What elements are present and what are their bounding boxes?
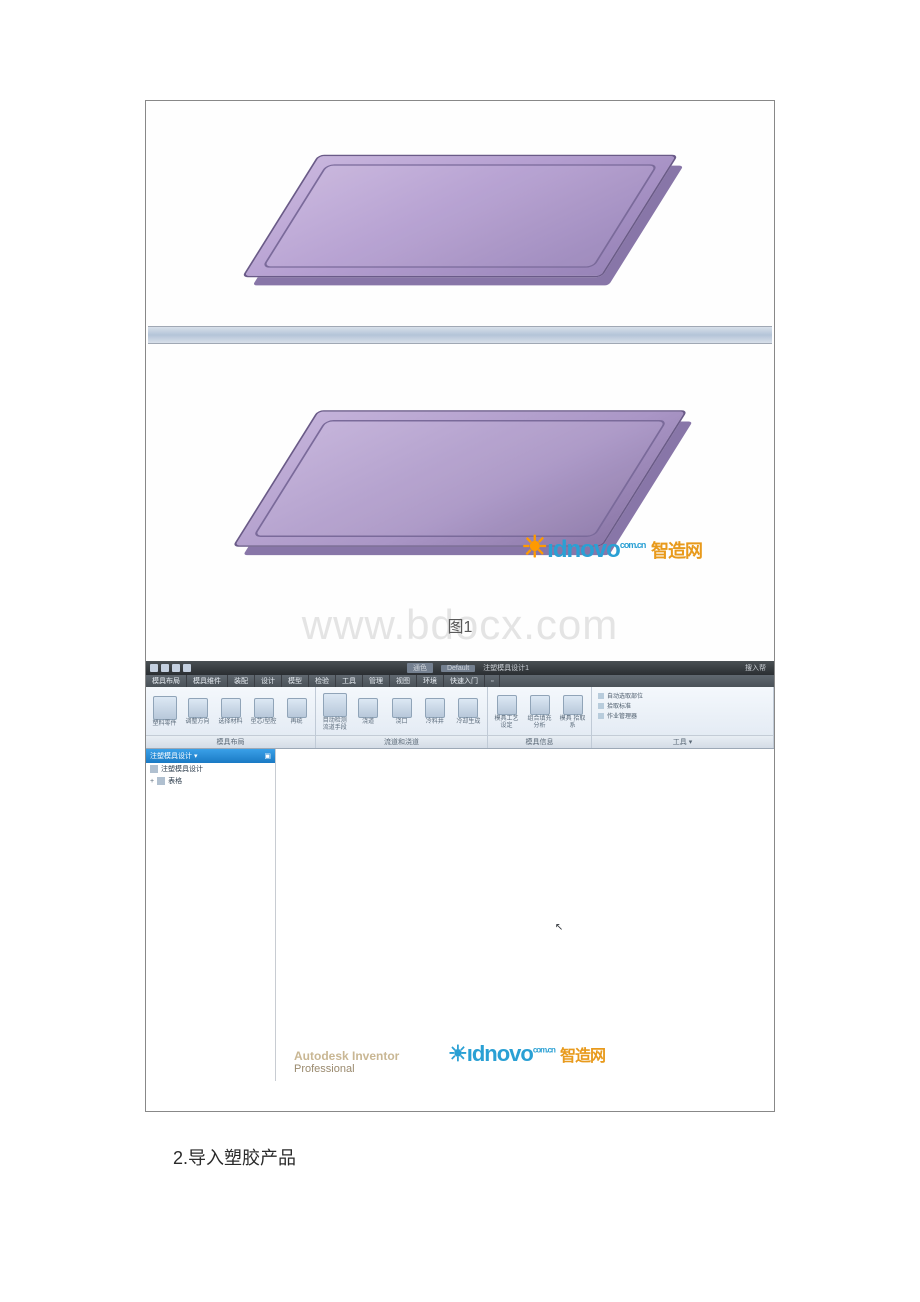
expand-icon[interactable]: +	[150, 778, 154, 785]
btn-core-cavity[interactable]: 型芯/型腔	[249, 698, 278, 726]
undo-icon[interactable]	[172, 664, 180, 672]
tab-jianyan[interactable]: 检验	[309, 675, 336, 687]
tab-guanli[interactable]: 管理	[363, 675, 390, 687]
graphics-canvas[interactable]: ↖ Autodesk Inventor Professional ☀ıdnovo…	[276, 749, 774, 1081]
logo-brand: ıdnovo	[547, 536, 620, 563]
browser-pin-icon[interactable]: ▣	[264, 752, 271, 760]
tab-kuaisu[interactable]: 快速入门	[444, 675, 485, 687]
browser-row-root[interactable]: 注塑模具设计	[146, 763, 275, 775]
ribbon-group-tools: 自动选取部位 拾取标准 作业管理器 工具 ▾	[592, 687, 774, 748]
idnovo-watermark-2: ☀ıdnovocom.cn 智造网	[448, 1041, 605, 1067]
ribbon-group-label-2: 流道和浇道	[316, 735, 487, 748]
ribbon-group-label-1: 模具布局	[146, 735, 315, 748]
btn-select-mat[interactable]: 选择材料	[216, 698, 245, 726]
app-menu-icon[interactable]	[150, 664, 158, 672]
ribbon: 塑料零件 调整方向 选择材料 型芯/型腔 再统 模具布局 目动检测流道手段 浇道…	[146, 687, 774, 749]
btn-adjust-orient[interactable]: 调整方向	[183, 698, 212, 726]
btn-fill-analysis[interactable]: 组合填充分析	[525, 695, 554, 729]
tab-shitu[interactable]: 视图	[390, 675, 417, 687]
tab-zhuangpei[interactable]: 装配	[228, 675, 255, 687]
doc-title: 注塑模具设计1	[483, 663, 529, 673]
tab-huanjing[interactable]: 环境	[417, 675, 444, 687]
btn-coldslug[interactable]: 冷料井	[420, 698, 449, 726]
tool-row-3[interactable]: 作业管理器	[598, 711, 767, 720]
mold-render-top	[146, 101, 774, 331]
step-2-heading: 2.导入塑胶产品	[145, 1132, 775, 1170]
ribbon-group-layout: 塑料零件 调整方向 选择材料 型芯/型腔 再统 模具布局	[146, 687, 316, 748]
autodesk-logo: Autodesk Inventor Professional	[294, 1049, 399, 1075]
model-browser[interactable]: 注塑模具设计 ▾▣ 注塑模具设计 + 表格	[146, 749, 276, 1081]
btn-plastic-part[interactable]: 塑料零件	[150, 696, 179, 728]
style-dropdown[interactable]: Default	[441, 665, 475, 672]
render-divider	[148, 326, 772, 344]
redo-icon[interactable]	[183, 664, 191, 672]
mold-plate-top	[242, 155, 678, 277]
browser-title[interactable]: 注塑模具设计 ▾▣	[146, 749, 275, 763]
tab-extra[interactable]: ▫	[485, 675, 500, 687]
figure-1-frame: ☀ıdnovocom.cn 智造网 www.bdocx.com 图1 通色 De…	[145, 100, 775, 1112]
appearance-dropdown[interactable]: 通色	[407, 663, 433, 673]
inventor-screenshot: 通色 Default 注塑模具设计1 搜入帮 模具布局 模具维件 装配 设计 模…	[146, 661, 774, 1111]
btn-sprue[interactable]: 浇口	[387, 698, 416, 726]
qat-icons	[150, 664, 191, 672]
idnovo-watermark: ☀ıdnovocom.cn 智造网	[521, 530, 702, 565]
workspace: 注塑模具设计 ▾▣ 注塑模具设计 + 表格 ↖ Autodesk	[146, 749, 774, 1081]
btn-mold-pick[interactable]: 模具 拾取系	[558, 695, 587, 729]
figure-1-caption: 图1	[146, 613, 774, 637]
ribbon-group-label-3: 模具信息	[488, 735, 591, 748]
tab-moxing[interactable]: 模型	[282, 675, 309, 687]
btn-gate[interactable]: 浇道	[353, 698, 382, 726]
titlebar-right: 搜入帮	[745, 663, 770, 673]
btn-recalc[interactable]: 再统	[282, 698, 311, 726]
ribbon-group-runner: 目动检测流道手段 浇道 浇口 冷料井 冷却生成 流道和浇道	[316, 687, 488, 748]
btn-cool-gen[interactable]: 冷却生成	[454, 698, 483, 726]
tab-moju-buju[interactable]: 模具布局	[146, 675, 187, 687]
tab-sheji[interactable]: 设计	[255, 675, 282, 687]
tab-moju-weijian[interactable]: 模具维件	[187, 675, 228, 687]
mold-render-bottom	[146, 346, 774, 611]
btn-auto-runner[interactable]: 目动检测流道手段	[320, 693, 349, 731]
logo-domain: com.cn	[620, 540, 646, 550]
folder-icon	[157, 777, 165, 785]
help-search[interactable]: 搜入帮	[745, 663, 766, 673]
btn-proc-set[interactable]: 模具工艺 设定	[492, 695, 521, 729]
logo-cn: 智造网	[651, 541, 702, 561]
mold-design-icon	[150, 765, 158, 773]
titlebar-center: 通色 Default 注塑模具设计1	[195, 663, 741, 673]
tab-gongju[interactable]: 工具	[336, 675, 363, 687]
logo-sub: Professional	[294, 1063, 399, 1075]
inventor-titlebar: 通色 Default 注塑模具设计1 搜入帮	[146, 661, 774, 675]
figure-1-render: ☀ıdnovocom.cn 智造网 www.bdocx.com 图1	[146, 101, 774, 661]
cursor-icon: ↖	[555, 922, 563, 933]
mold-plate-bottom	[232, 410, 687, 547]
browser-row-table[interactable]: + 表格	[146, 775, 275, 787]
ribbon-tabstrip: 模具布局 模具维件 装配 设计 模型 检验 工具 管理 视图 环境 快速入门 ▫	[146, 675, 774, 687]
save-icon[interactable]	[161, 664, 169, 672]
tool-row-2[interactable]: 拾取标准	[598, 701, 767, 710]
ribbon-group-info: 模具工艺 设定 组合填充分析 模具 拾取系 模具信息	[488, 687, 592, 748]
tool-row-1[interactable]: 自动选取部位	[598, 691, 767, 700]
ribbon-group-label-4: 工具 ▾	[592, 735, 773, 748]
